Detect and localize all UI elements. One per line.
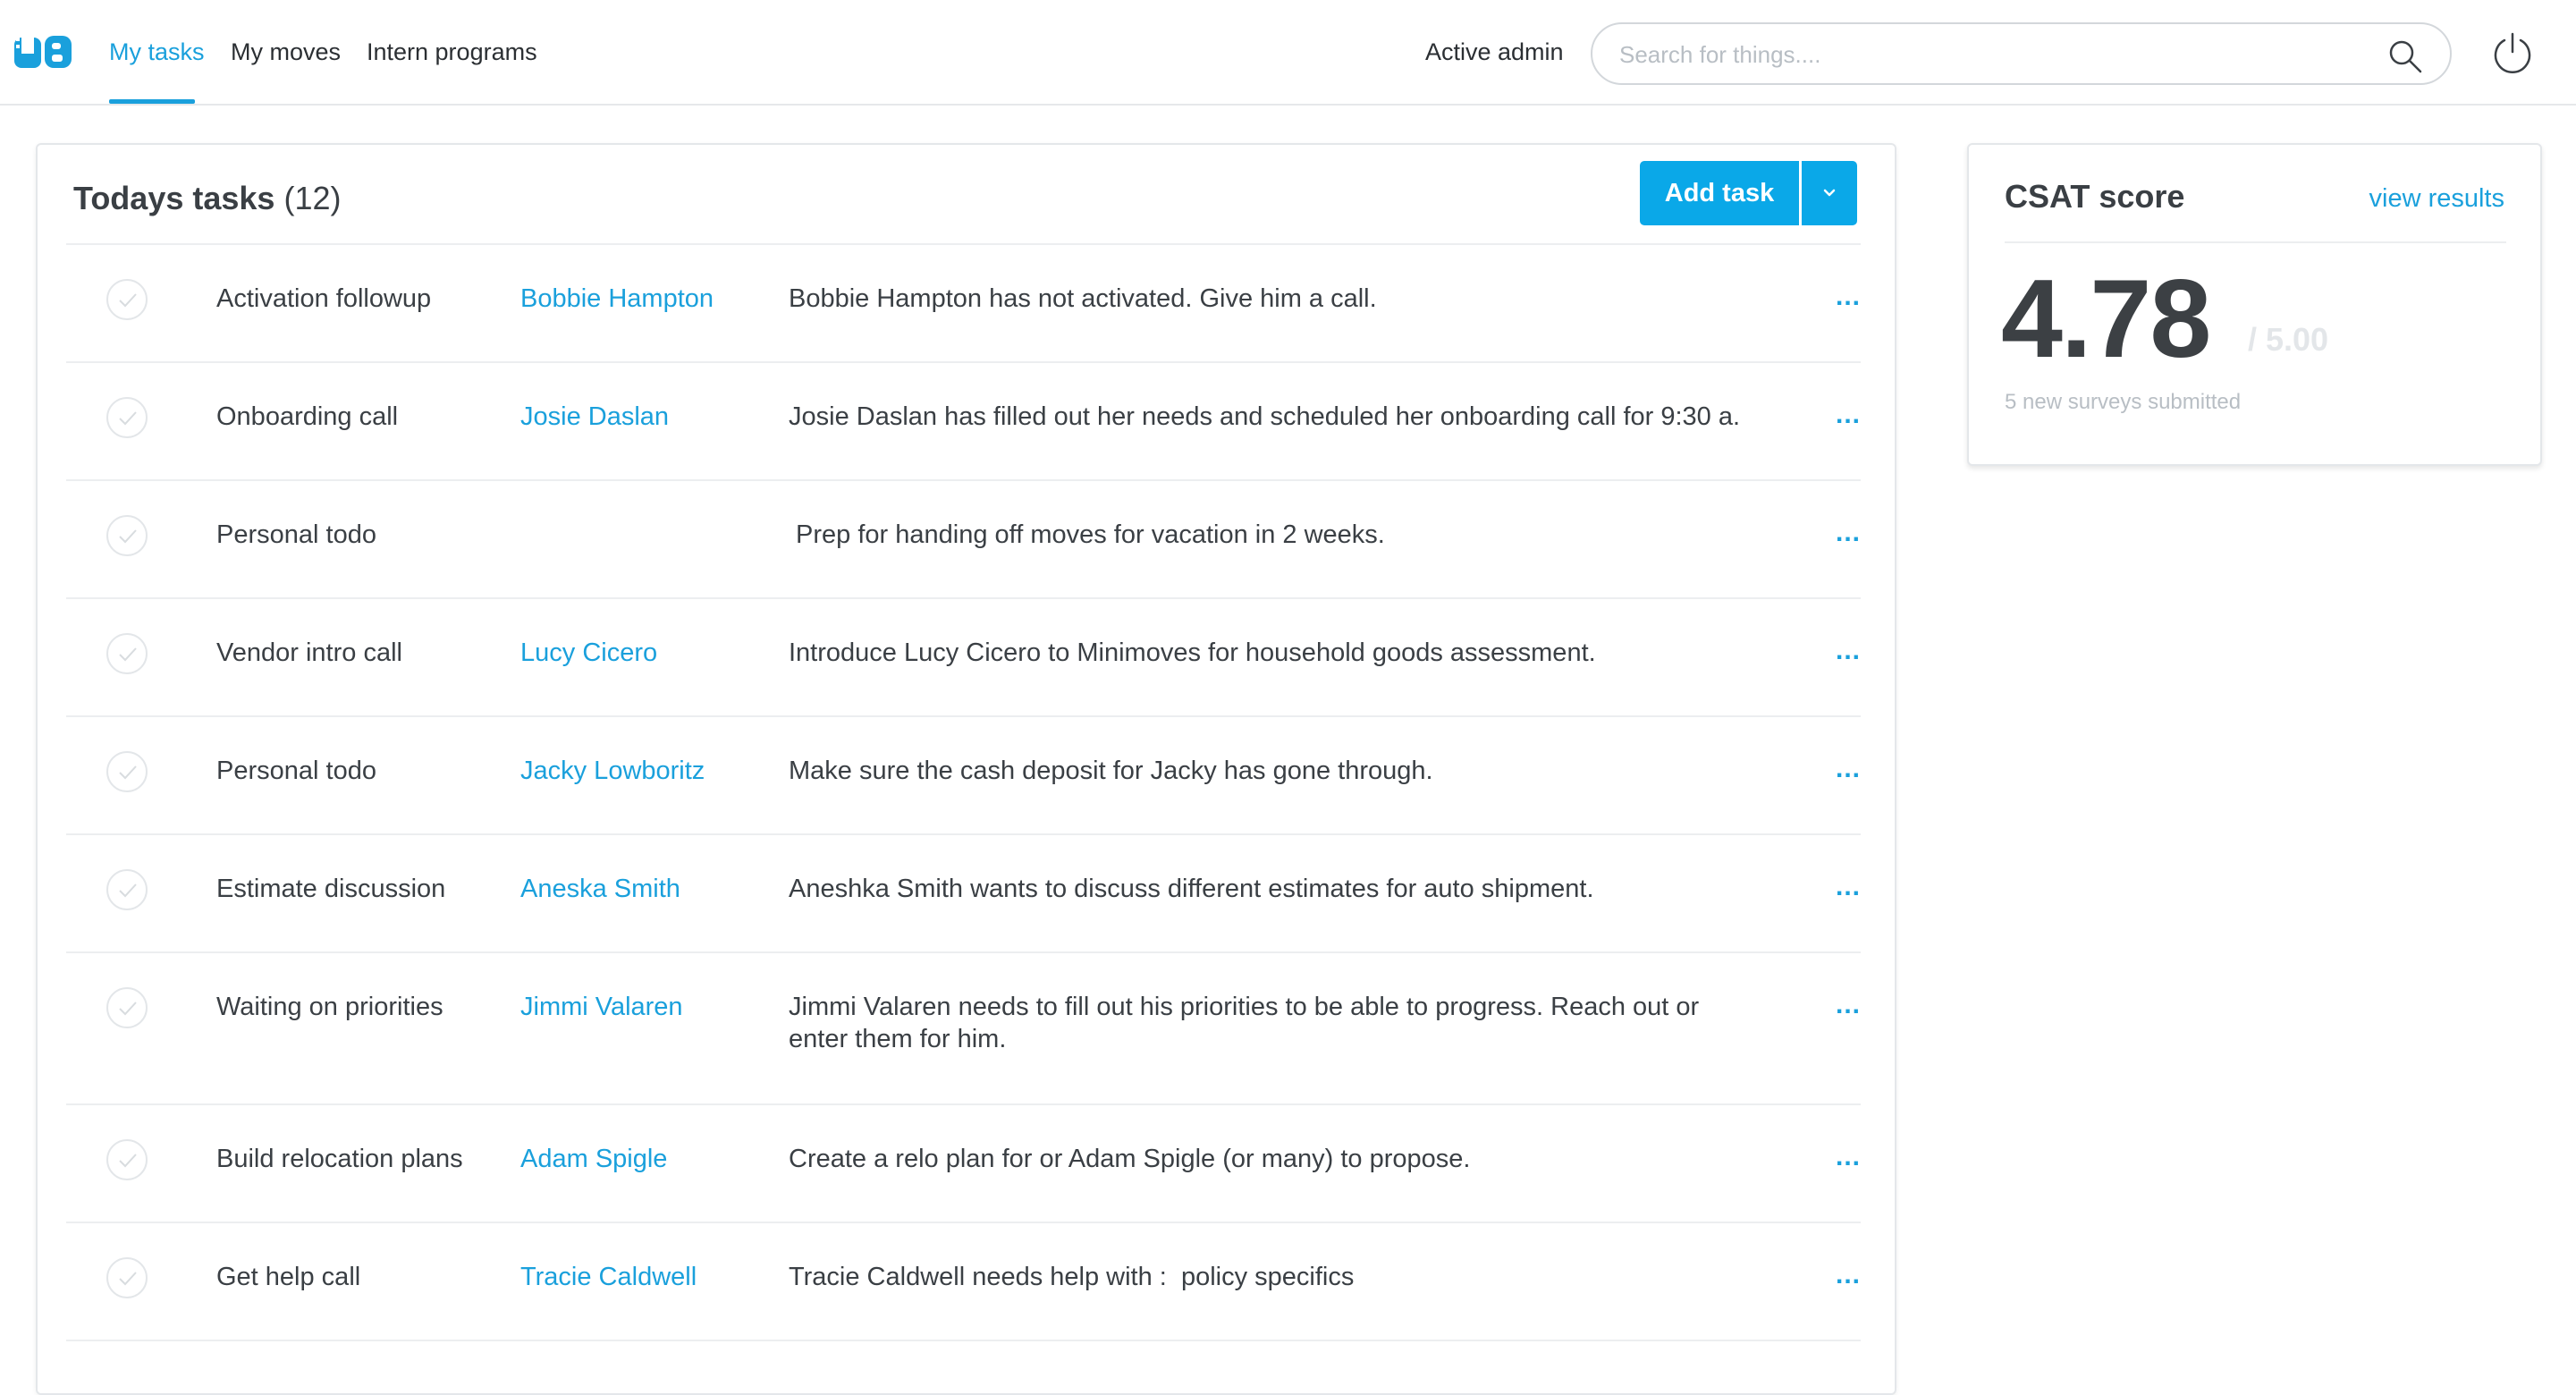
task-type: Vendor intro call [216,638,402,667]
task-more-options-button[interactable]: ... [1836,515,1861,551]
search-input[interactable] [1619,37,2352,72]
tasks-count: (12) [283,180,342,216]
task-complete-checkbox[interactable] [106,397,148,438]
checkmark-icon [119,884,137,898]
ub-logo-icon[interactable] [14,34,75,70]
task-complete-checkbox[interactable] [106,1139,148,1180]
task-type: Onboarding call [216,402,399,431]
checkmark-icon [119,1002,137,1016]
task-description: Create a relo plan for or Adam Spigle (o… [789,1145,1471,1173]
top-nav-bar: My tasks My moves Intern programs Active… [0,0,2576,106]
nav-tab-my-moves[interactable]: My moves [231,34,341,70]
todays-tasks-card: Todays tasks (12) Add task Activation fol… [36,143,1896,1395]
task-complete-checkbox[interactable] [106,515,148,556]
task-contact-link[interactable]: Bobbie Hampton [520,283,714,315]
task-description: Tracie Caldwell needs help with : policy… [789,1263,1355,1291]
task-type: Waiting on priorities [216,993,443,1021]
task-more-options-button[interactable]: ... [1836,279,1861,315]
task-complete-checkbox[interactable] [106,751,148,792]
task-contact-link[interactable]: Jacky Lowboritz [520,755,705,787]
csat-divider [2005,241,2506,243]
task-more-options-button[interactable]: ... [1836,397,1861,433]
checkmark-icon [119,529,137,544]
nav-tab-intern-programs[interactable]: Intern programs [367,34,537,70]
task-complete-checkbox[interactable] [106,987,148,1028]
task-type: Estimate discussion [216,875,446,903]
task-description: Jimmi Valaren needs to fill out his prio… [789,993,1700,1053]
checkmark-icon [119,1154,137,1168]
task-description: Introduce Lucy Cicero to Minimoves for h… [789,638,1596,667]
task-row: Vendor intro call Lucy Cicero Introduce … [66,599,1861,717]
csat-score-card: CSAT score view results 4.78 / 5.00 5 ne… [1967,143,2542,466]
task-more-options-button[interactable]: ... [1836,1257,1861,1293]
add-task-button[interactable]: Add task [1640,161,1799,225]
task-row: Estimate discussion Aneska Smith Aneshka… [66,835,1861,953]
task-more-options-button[interactable]: ... [1836,869,1861,905]
task-type: Activation followup [216,284,432,313]
task-row: Personal todo Jacky Lowboritz Make sure … [66,717,1861,835]
task-more-options-button[interactable]: ... [1836,633,1861,669]
task-row: Get help call Tracie Caldwell Tracie Cal… [66,1223,1861,1341]
csat-score-value: 4.78 [2001,258,2211,381]
checkmark-icon [119,647,137,662]
task-description: Prep for handing off moves for vacation … [789,520,1385,549]
task-contact-link[interactable]: Adam Spigle [520,1143,667,1175]
active-admin-label: Active admin [1425,38,1564,65]
task-more-options-button[interactable]: ... [1836,1139,1861,1175]
task-type: Get help call [216,1263,361,1291]
task-description: Josie Daslan has filled out her needs an… [789,402,1741,431]
nav-tab-my-tasks[interactable]: My tasks [109,34,205,70]
task-type: Build relocation plans [216,1145,463,1173]
checkmark-icon [119,1272,137,1286]
task-complete-checkbox[interactable] [106,1257,148,1298]
task-more-options-button[interactable]: ... [1836,751,1861,787]
checkmark-icon [119,411,137,426]
chevron-down-icon [1823,189,1836,197]
task-complete-checkbox[interactable] [106,279,148,320]
task-row: Activation followup Bobbie Hampton Bobbi… [66,245,1861,363]
task-description: Bobbie Hampton has not activated. Give h… [789,284,1377,313]
tasks-title: Todays tasks (12) [73,179,341,218]
view-results-link[interactable]: view results [2369,181,2505,216]
search-box [1591,22,2452,85]
task-contact-link[interactable]: Tracie Caldwell [520,1261,697,1293]
task-row: Onboarding call Josie Daslan Josie Dasla… [66,363,1861,481]
task-row: Personal todo Prep for handing off moves… [66,481,1861,599]
task-contact-link[interactable]: Jimmi Valaren [520,991,683,1023]
task-contact-link[interactable]: Josie Daslan [520,401,669,433]
checkmark-icon [119,293,137,308]
csat-score-max: / 5.00 [2248,321,2329,358]
checkmark-icon [119,765,137,780]
task-complete-checkbox[interactable] [106,869,148,910]
task-contact-link[interactable]: Aneska Smith [520,873,680,905]
csat-surveys-count: 5 new surveys submitted [2005,390,2242,414]
tasks-title-text: Todays tasks [73,180,275,216]
task-description: Make sure the cash deposit for Jacky has… [789,757,1433,785]
task-type: Personal todo [216,757,376,785]
task-complete-checkbox[interactable] [106,633,148,674]
task-description: Aneshka Smith wants to discuss different… [789,875,1594,903]
task-contact-link[interactable]: Lucy Cicero [520,637,657,669]
task-row: Build relocation plans Adam Spigle Creat… [66,1105,1861,1223]
power-icon[interactable] [2493,32,2532,73]
search-icon[interactable] [2387,38,2423,74]
add-task-dropdown-button[interactable] [1802,161,1857,225]
active-tab-indicator [109,99,195,104]
task-type: Personal todo [216,520,376,549]
task-more-options-button[interactable]: ... [1836,987,1861,1023]
task-row: Waiting on priorities Jimmi Valaren Jimm… [66,953,1861,1105]
csat-title: CSAT score [2005,178,2185,215]
